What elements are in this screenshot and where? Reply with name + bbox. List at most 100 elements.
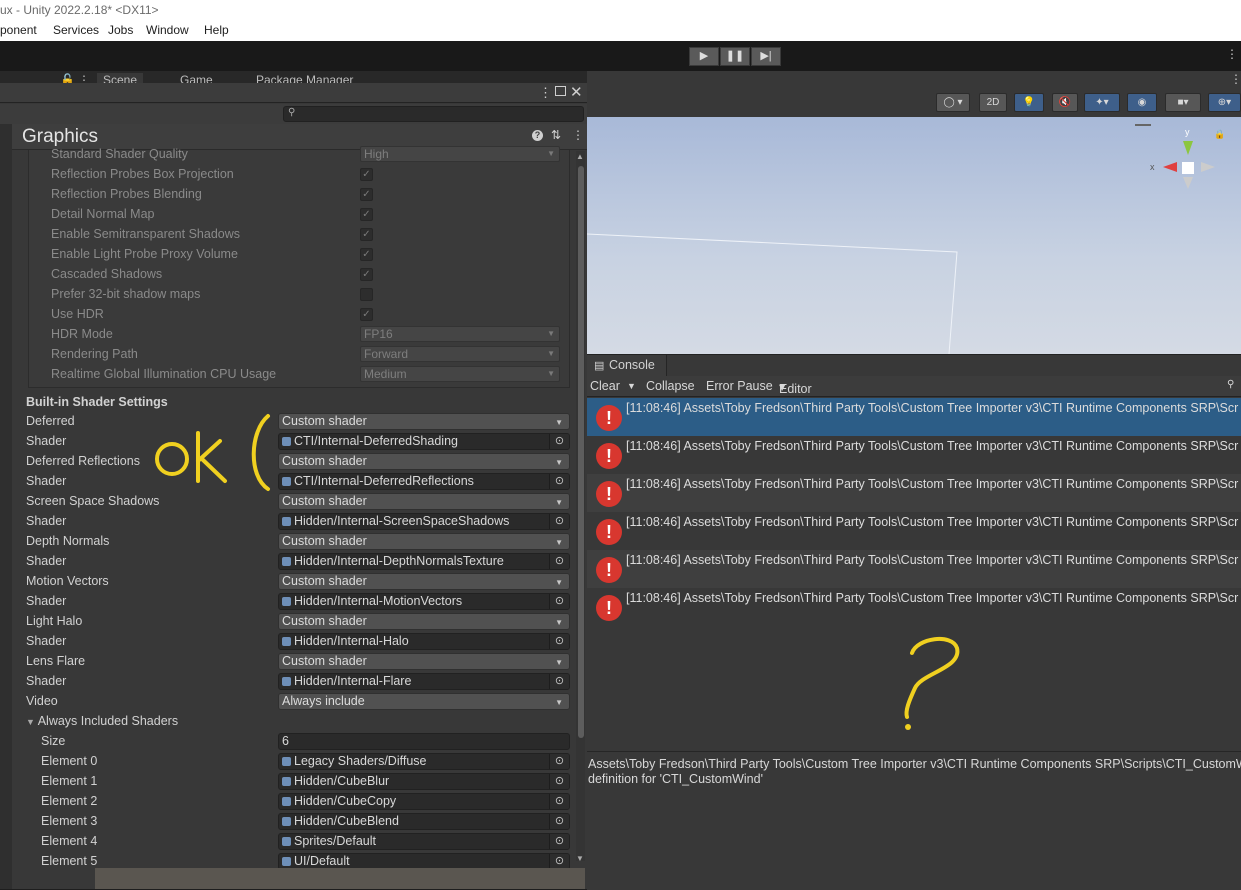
motion-vectors-dropdown[interactable]: Custom shader ▼ [278, 573, 570, 590]
lens-flare-dropdown[interactable]: Custom shader ▼ [278, 653, 570, 670]
visibility-icon[interactable]: ◉ [1127, 93, 1157, 112]
deferred-reflections-dropdown[interactable]: Custom shader ▼ [278, 453, 570, 470]
tab-game[interactable]: Game [180, 73, 213, 83]
clear-button[interactable]: Clear [590, 379, 620, 393]
play-icon[interactable]: ▶ [689, 47, 719, 66]
search-icon[interactable]: ⚲ [1227, 379, 1234, 390]
element-object-field[interactable]: Legacy Shaders/Diffuse ⊙ [278, 753, 570, 770]
object-picker-icon[interactable]: ⊙ [549, 594, 569, 609]
shader-object-field[interactable]: CTI/Internal-DeferredShading ⊙ [278, 433, 570, 450]
effects-icon[interactable]: ✦▾ [1084, 93, 1120, 112]
screen-space-shadows-dropdown[interactable]: Custom shader ▼ [278, 493, 570, 510]
menu-jobs[interactable]: Jobs [108, 20, 133, 41]
lighting-icon[interactable]: 💡 [1014, 93, 1044, 112]
prefer-32bit-shadow-checkbox[interactable] [360, 288, 373, 301]
always-included-foldout[interactable]: ▼ Always Included Shaders [26, 714, 178, 728]
menu-help[interactable]: Help [204, 20, 229, 41]
step-icon[interactable]: ▶| [751, 47, 781, 66]
element-object-field[interactable]: Hidden/CubeBlur ⊙ [278, 773, 570, 790]
maximize-icon[interactable] [555, 86, 566, 96]
object-picker-icon[interactable]: ⊙ [549, 554, 569, 569]
lock-icon[interactable]: 🔒 [1214, 129, 1225, 140]
lock-icon[interactable]: 🔓 [60, 73, 75, 83]
object-picker-icon[interactable]: ⊙ [549, 674, 569, 689]
audio-icon[interactable]: 🔇 [1052, 93, 1078, 112]
pause-icon[interactable]: ❚❚ [720, 47, 750, 66]
log-entry[interactable]: ! [11:08:46] Assets\Toby Fredson\Third Pa… [587, 588, 1241, 626]
menu-window[interactable]: Window [146, 20, 189, 41]
preset-icon[interactable]: ⇅ [551, 128, 561, 142]
detail-normal-map-checkbox[interactable]: ✓ [360, 208, 373, 221]
light-halo-dropdown[interactable]: Custom shader ▼ [278, 613, 570, 630]
rendering-path-dropdown[interactable]: Forward ▼ [360, 346, 560, 362]
tab-scene[interactable]: Scene [97, 73, 144, 83]
draw-mode-button[interactable]: ◯ ▾ [936, 93, 970, 112]
collapse-button[interactable]: Collapse [646, 379, 695, 393]
object-picker-icon[interactable]: ⊙ [549, 814, 569, 829]
shader-object-field[interactable]: Hidden/Internal-Flare ⊙ [278, 673, 570, 690]
deferred-dropdown[interactable]: Custom shader ▼ [278, 413, 570, 430]
editor-dropdown[interactable]: Editor ▾ [779, 379, 812, 396]
gizmos-icon[interactable]: ⊕▾ [1208, 93, 1241, 112]
log-entry[interactable]: ! [11:08:46] Assets\Toby Fredson\Third Pa… [587, 436, 1241, 474]
element-object-field[interactable]: Hidden/CubeCopy ⊙ [278, 793, 570, 810]
object-picker-icon[interactable]: ⊙ [549, 434, 569, 449]
hdr-mode-dropdown[interactable]: FP16 ▼ [360, 326, 560, 342]
more-options-icon[interactable]: ⋮ [1226, 47, 1238, 61]
shader-object-field[interactable]: Hidden/Internal-ScreenSpaceShadows ⊙ [278, 513, 570, 530]
depth-normals-dropdown[interactable]: Custom shader ▼ [278, 533, 570, 550]
shader-object-field[interactable]: Hidden/Internal-DepthNormalsTexture ⊙ [278, 553, 570, 570]
reflection-blending-checkbox[interactable]: ✓ [360, 188, 373, 201]
close-icon[interactable]: ✕ [570, 83, 583, 101]
window-title: ux - Unity 2022.2.18* <DX11> [0, 0, 1241, 20]
object-picker-icon[interactable]: ⊙ [549, 834, 569, 849]
menu-services[interactable]: Services [53, 20, 99, 41]
log-entry[interactable]: ! [11:08:46] Assets\Toby Fredson\Third Pa… [587, 550, 1241, 588]
standard-shader-quality-dropdown[interactable]: High ▼ [360, 146, 560, 162]
object-picker-icon[interactable]: ⊙ [549, 634, 569, 649]
camera-icon[interactable]: ■▾ [1165, 93, 1201, 112]
realtime-gi-cpu-dropdown[interactable]: Medium ▼ [360, 366, 560, 382]
kebab-icon[interactable]: ⋮ [539, 85, 552, 101]
object-picker-icon[interactable]: ⊙ [549, 514, 569, 529]
shader-object-field[interactable]: Hidden/Internal-Halo ⊙ [278, 633, 570, 650]
object-picker-icon[interactable]: ⊙ [549, 474, 569, 489]
object-picker-icon[interactable]: ⊙ [549, 794, 569, 809]
log-entry[interactable]: ! [11:08:46] Assets\Toby Fredson\Third Pa… [587, 512, 1241, 550]
cascaded-shadows-checkbox[interactable]: ✓ [360, 268, 373, 281]
tab-console[interactable]: ▤ Console [587, 355, 667, 376]
menu-component[interactable]: ponent [0, 20, 37, 41]
tab-package-manager[interactable]: Package Manager [256, 73, 353, 83]
semitransparent-shadows-checkbox[interactable]: ✓ [360, 228, 373, 241]
element-object-field[interactable]: Sprites/Default ⊙ [278, 833, 570, 850]
drag-handle-icon[interactable] [1135, 124, 1151, 126]
error-pause-button[interactable]: Error Pause [706, 379, 773, 393]
orientation-gizmo[interactable]: y x 🔒 [1143, 127, 1225, 217]
use-hdr-checkbox[interactable]: ✓ [360, 308, 373, 321]
help-icon[interactable]: ? [532, 130, 543, 141]
field-label: Shader [26, 514, 67, 528]
size-input[interactable]: 6 [278, 733, 570, 750]
kebab-icon[interactable]: ⋮ [78, 73, 90, 83]
scene-viewport[interactable]: y x 🔒 [587, 117, 1241, 354]
element-object-field[interactable]: Hidden/CubeBlend ⊙ [278, 813, 570, 830]
shader-object-field[interactable]: Hidden/Internal-MotionVectors ⊙ [278, 593, 570, 610]
search-input[interactable]: ⚲ [283, 106, 584, 122]
scroll-up-icon[interactable]: ▲ [576, 152, 584, 161]
shader-object-field[interactable]: CTI/Internal-DeferredReflections ⊙ [278, 473, 570, 490]
reflection-box-projection-checkbox[interactable]: ✓ [360, 168, 373, 181]
log-entry[interactable]: ! [11:08:46] Assets\Toby Fredson\Third Pa… [587, 398, 1241, 436]
clear-options-icon[interactable]: ▼ [627, 381, 636, 391]
scrollbar-thumb[interactable] [578, 166, 584, 738]
kebab-icon[interactable]: ⋮ [572, 128, 584, 142]
object-picker-icon[interactable]: ⊙ [549, 754, 569, 769]
kebab-icon[interactable]: ⋮ [1230, 72, 1241, 86]
2d-toggle[interactable]: 2D [979, 93, 1007, 112]
field-label: Motion Vectors [26, 574, 109, 588]
object-picker-icon[interactable]: ⊙ [549, 774, 569, 789]
scroll-down-icon[interactable]: ▼ [576, 854, 584, 863]
search-row: ⚲ [0, 104, 587, 124]
video-dropdown[interactable]: Always include ▼ [278, 693, 570, 710]
log-entry[interactable]: ! [11:08:46] Assets\Toby Fredson\Third Pa… [587, 474, 1241, 512]
light-probe-proxy-checkbox[interactable]: ✓ [360, 248, 373, 261]
